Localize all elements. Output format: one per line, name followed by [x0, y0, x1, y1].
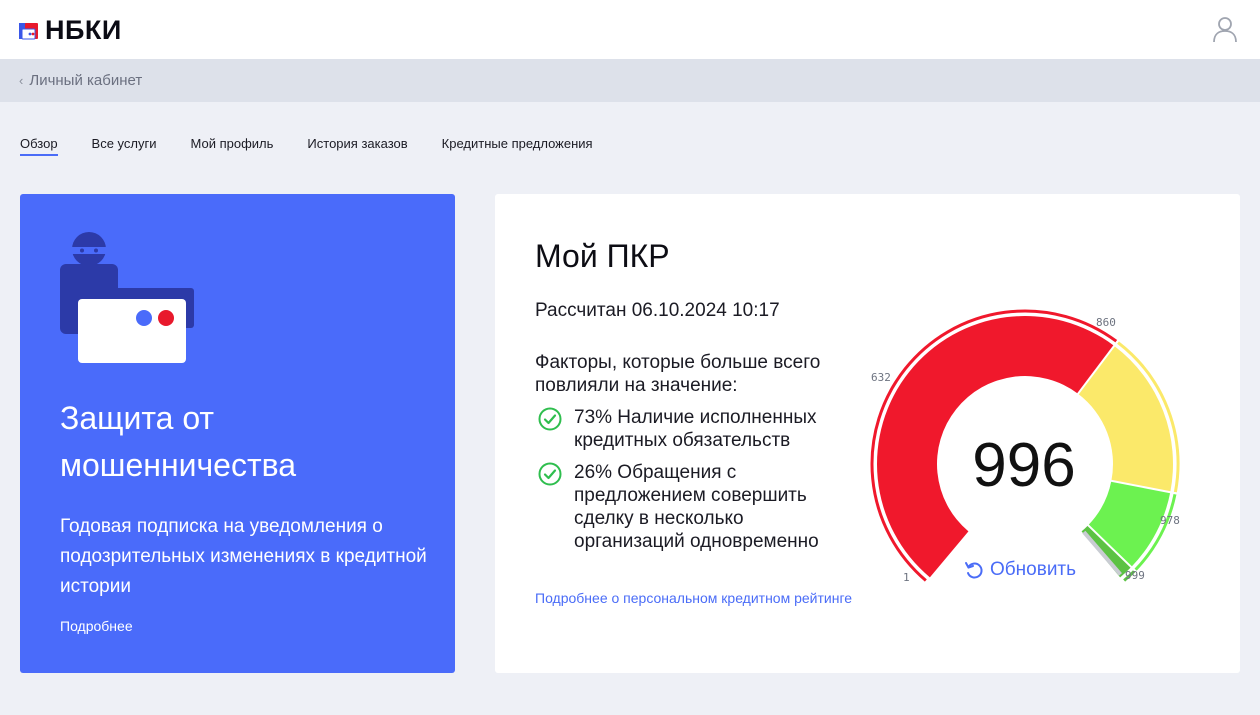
tab-credit-offers[interactable]: Кредитные предложения [442, 136, 593, 156]
pkr-calculated-date: Рассчитан 06.10.2024 10:17 [535, 300, 780, 321]
logo-mark-icon [19, 22, 38, 39]
chevron-left-icon: ‹ [19, 73, 24, 88]
promo-description: Годовая подписка на уведомления о подозр… [60, 516, 427, 597]
tab-my-profile[interactable]: Мой профиль [191, 136, 274, 156]
factor-text: 26% Обращения с предложением совершить с… [574, 462, 819, 552]
pkr-title: Мой ПКР [535, 238, 670, 274]
check-circle-icon [538, 407, 562, 431]
breadcrumb[interactable]: ‹ Личный кабинет [19, 72, 142, 89]
pkr-card: Мой ПКР Рассчитан 06.10.2024 10:17 Факто… [495, 194, 1240, 673]
tab-order-history[interactable]: История заказов [307, 136, 407, 156]
pkr-more-link[interactable]: Подробнее о персональном кредитном рейти… [535, 590, 855, 607]
tab-all-services[interactable]: Все услуги [92, 136, 157, 156]
refresh-label: Обновить [990, 559, 1077, 580]
gauge-tick-label: 1 [903, 571, 910, 584]
check-circle-icon [538, 462, 562, 486]
logo-text: НБКИ [45, 15, 122, 45]
tab-overview[interactable]: Обзор [20, 136, 58, 156]
top-bar: НБКИ [0, 0, 1260, 59]
gauge-tick-label: 632 [871, 371, 891, 384]
user-profile-icon[interactable] [1212, 16, 1238, 43]
factors-heading: Факторы, которые больше всего повлияли н… [535, 352, 821, 396]
fraud-thief-card-illustration [60, 232, 194, 363]
factor-text: 73% Наличие исполненных кредитных обязат… [574, 407, 817, 451]
credit-score-value: 996 [972, 431, 1076, 500]
logo[interactable]: НБКИ [19, 15, 122, 46]
factor-item: 26% Обращения с предложением совершить с… [538, 461, 858, 553]
gauge-tick-label: 978 [1160, 514, 1180, 527]
tabs: Обзор Все услуги Мой профиль История зак… [20, 136, 627, 156]
refresh-button[interactable]: Обновить [963, 559, 1076, 581]
gauge-tick-label: 999 [1125, 569, 1145, 582]
promo-more-link[interactable]: Подробнее [60, 618, 133, 634]
breadcrumb-label: Личный кабинет [29, 72, 143, 89]
gauge-tick-label: 860 [1096, 316, 1116, 329]
factor-item: 73% Наличие исполненных кредитных обязат… [538, 406, 858, 452]
breadcrumb-bar: ‹ Личный кабинет [0, 59, 1260, 102]
refresh-icon [965, 562, 983, 579]
fraud-protection-card[interactable]: Защита от мошенничества Годовая подписка… [20, 194, 455, 673]
promo-title: Защита от мошенничества [60, 400, 297, 483]
